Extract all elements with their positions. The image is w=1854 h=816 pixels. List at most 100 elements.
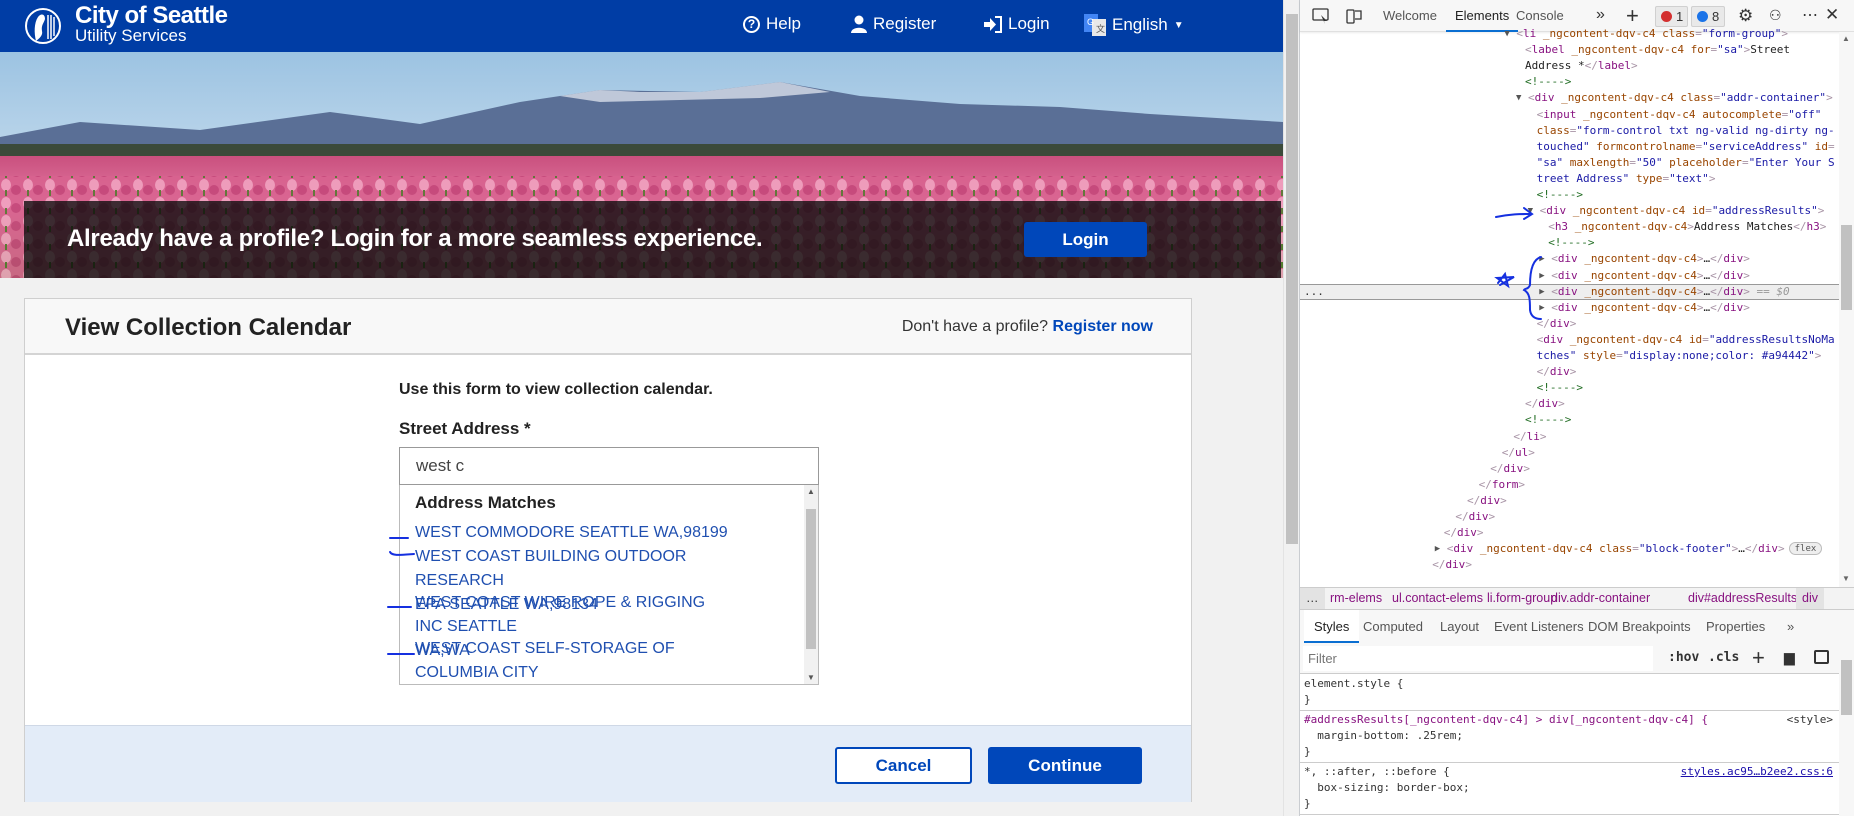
dom-tree-node[interactable]: <input _ngcontent-dqv-c4 autocomplete="o… — [1300, 107, 1840, 123]
page-scrollbar-thumb[interactable] — [1286, 14, 1298, 544]
css-rule-source-link[interactable]: <style> — [1787, 713, 1833, 726]
styles-filter-input[interactable] — [1303, 646, 1653, 671]
dom-tree-node[interactable]: <h3 _ngcontent-dqv-c4>Address Matches</h… — [1300, 219, 1840, 235]
dom-tree-node[interactable]: tches" style="display:none;color: #a9444… — [1300, 348, 1840, 364]
dom-tree-node[interactable]: </div> — [1300, 364, 1840, 380]
dom-tree-node[interactable]: ▼ <div _ngcontent-dqv-c4 id="addressResul… — [1300, 203, 1840, 219]
styles-subtab[interactable]: Styles — [1304, 610, 1360, 643]
dom-tree-node[interactable]: Address *</label> — [1300, 58, 1840, 74]
expand-triangle-icon[interactable]: ▼ — [1516, 90, 1521, 106]
breadcrumb-item[interactable]: div — [1796, 588, 1824, 609]
dom-tree-node[interactable]: <!----> — [1300, 235, 1840, 251]
scroll-down-arrow-icon[interactable]: ▼ — [807, 673, 815, 682]
dom-tree-node[interactable]: <!----> — [1300, 74, 1840, 90]
error-count-badge[interactable]: 1 — [1655, 6, 1688, 27]
scroll-down-arrow-icon[interactable]: ▼ — [1842, 574, 1850, 583]
nav-register[interactable]: Register — [851, 14, 936, 34]
styles-subtab[interactable]: Properties — [1706, 610, 1765, 643]
language-dropdown[interactable]: G文 English ▼ — [1084, 14, 1184, 36]
breadcrumb-item[interactable]: li.form-group — [1487, 588, 1557, 609]
dom-tree-node[interactable]: ▼ <li _ngcontent-dqv-c4 class="form-group… — [1300, 26, 1840, 42]
dom-tree-scrollbar[interactable]: ▲ ▼ — [1839, 32, 1854, 587]
css-rule[interactable]: *, ::after, ::before { box-sizing: borde… — [1300, 763, 1839, 815]
dom-tree-node[interactable]: </form> — [1300, 477, 1840, 493]
inspect-element-icon[interactable] — [1312, 8, 1330, 24]
css-rule-source-link[interactable]: styles.ac95…b2ee2.css:6 — [1681, 765, 1833, 778]
expand-triangle-icon[interactable]: ▼ — [1528, 203, 1533, 219]
more-options-icon[interactable]: ⋯ — [1802, 5, 1818, 25]
dom-tree-node[interactable]: </li> — [1300, 429, 1840, 445]
scroll-up-arrow-icon[interactable]: ▲ — [807, 487, 815, 496]
dom-tree-node[interactable]: ▼ <div _ngcontent-dqv-c4 class="addr-cont… — [1300, 90, 1840, 106]
dom-tree-node[interactable]: ▶ <div _ngcontent-dqv-c4>…</div> — [1300, 268, 1840, 284]
settings-gear-icon[interactable]: ⚙ — [1738, 6, 1753, 26]
styles-subtab[interactable]: Event Listeners — [1494, 610, 1584, 643]
expand-triangle-icon[interactable]: ▼ — [1504, 26, 1509, 42]
dom-tree-node[interactable]: ▶ <div _ngcontent-dqv-c4>…</div> — [1300, 251, 1840, 267]
dom-tree-node[interactable]: class="form-control txt ng-valid ng-dirt… — [1300, 123, 1840, 139]
register-now-link[interactable]: Register now — [1053, 318, 1153, 335]
dom-tree-node[interactable]: treet Address" type="text"> — [1300, 171, 1840, 187]
feedback-icon[interactable]: ⚇ — [1769, 7, 1782, 24]
address-match-option[interactable]: WEST COAST SELF-STORAGE OF COLUMBIA CITY… — [415, 637, 735, 684]
css-rule[interactable]: element.style {} — [1300, 675, 1839, 711]
device-emulation-icon[interactable] — [1346, 7, 1362, 25]
scrollbar-thumb[interactable] — [806, 509, 816, 649]
dom-tree-node[interactable]: </div> — [1300, 509, 1840, 525]
hover-state-toggle[interactable]: :hov — [1668, 650, 1699, 665]
dom-tree-node[interactable]: <!----> — [1300, 380, 1840, 396]
class-toggle[interactable]: .cls — [1708, 650, 1739, 665]
styles-scrollbar[interactable] — [1839, 652, 1854, 816]
cancel-button[interactable]: Cancel — [835, 747, 972, 784]
dom-tree-node[interactable]: <!----> — [1300, 187, 1840, 203]
dom-tree-scrollbar-thumb[interactable] — [1841, 225, 1852, 310]
dom-tree-node[interactable]: <label _ngcontent-dqv-c4 for="sa">Street — [1300, 42, 1840, 58]
dom-tree-node[interactable]: ... ▶ <div _ngcontent-dqv-c4>…</div> == $0 — [1300, 283, 1840, 300]
dom-tree-node[interactable]: "sa" maxlength="50" placeholder="Enter Y… — [1300, 155, 1840, 171]
nav-login[interactable]: Login — [984, 14, 1050, 34]
toggle-sidebar-icon[interactable] — [1814, 650, 1829, 664]
dropdown-scrollbar[interactable]: ▲ ▼ — [804, 485, 818, 684]
dom-tree-node[interactable]: ▶ <div _ngcontent-dqv-c4 class="block-foo… — [1300, 541, 1840, 557]
dom-tree-node[interactable]: <div _ngcontent-dqv-c4 id="addressResult… — [1300, 332, 1840, 348]
message-count-badge[interactable]: 8 — [1691, 6, 1725, 27]
styles-subtab[interactable]: Layout — [1440, 610, 1479, 643]
styles-scrollbar-thumb[interactable] — [1841, 660, 1852, 715]
dom-tree-node[interactable]: </div> — [1300, 493, 1840, 509]
styles-subtab[interactable]: DOM Breakpoints — [1588, 610, 1691, 643]
dom-tree-node[interactable]: </div> — [1300, 525, 1840, 541]
breadcrumb-item[interactable]: ul.contact-elems — [1392, 588, 1483, 609]
flex-badge[interactable]: flex — [1788, 542, 1823, 556]
collapse-triangle-icon[interactable]: ▶ — [1539, 300, 1544, 316]
address-match-option[interactable]: WEST COMMODORE SEATTLE WA,98199 — [415, 521, 735, 545]
breadcrumb-item[interactable]: div#addressResults — [1688, 588, 1797, 609]
more-tabs-icon[interactable]: » — [1596, 6, 1605, 24]
paint-brush-icon[interactable]: ▆ — [1784, 649, 1795, 666]
styles-subtab[interactable]: Computed — [1363, 610, 1423, 643]
page-scrollbar[interactable] — [1283, 0, 1299, 816]
dom-tree-node[interactable]: <!----> — [1300, 412, 1840, 428]
collapse-triangle-icon[interactable]: ▶ — [1539, 251, 1544, 267]
css-rule[interactable]: #addressResults[_ngcontent-dqv-c4] > div… — [1300, 711, 1839, 763]
breadcrumb-item[interactable]: rm-elems — [1330, 588, 1382, 609]
more-panels-icon[interactable]: » — [1787, 610, 1794, 643]
new-style-rule-icon[interactable]: + — [1752, 645, 1765, 671]
close-devtools-icon[interactable]: ✕ — [1825, 5, 1839, 25]
city-seal-logo[interactable] — [24, 5, 62, 47]
dom-tree-node[interactable]: </ul> — [1300, 445, 1840, 461]
collapse-triangle-icon[interactable]: ▶ — [1539, 285, 1544, 299]
dom-tree-node[interactable]: </div> — [1300, 557, 1840, 573]
banner-login-button[interactable]: Login — [1024, 222, 1147, 257]
breadcrumb-item[interactable]: … — [1300, 588, 1325, 609]
collapse-triangle-icon[interactable]: ▶ — [1435, 541, 1440, 557]
scroll-up-arrow-icon[interactable]: ▲ — [1842, 34, 1850, 43]
collapse-triangle-icon[interactable]: ▶ — [1539, 268, 1544, 284]
dom-tree-node[interactable]: </div> — [1300, 461, 1840, 477]
breadcrumb-item[interactable]: div.addr-container — [1551, 588, 1650, 609]
nav-help[interactable]: ? Help — [743, 14, 801, 34]
continue-button[interactable]: Continue — [988, 747, 1142, 784]
dom-tree-node[interactable]: </div> — [1300, 396, 1840, 412]
dom-tree-node[interactable]: ▶ <div _ngcontent-dqv-c4>…</div> — [1300, 300, 1840, 316]
dom-tree-node[interactable]: touched" formcontrolname="serviceAddress… — [1300, 139, 1840, 155]
dom-tree-node[interactable]: </div> — [1300, 316, 1840, 332]
